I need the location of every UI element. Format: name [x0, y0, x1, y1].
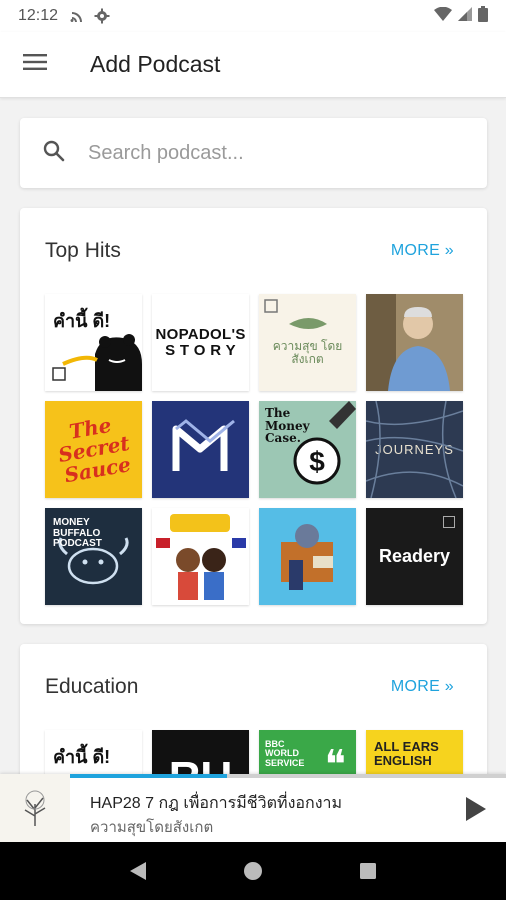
podcast-tile[interactable]: $ The Money Case. — [259, 401, 356, 498]
podcast-tile[interactable]: NOPADOL'S S T O R Y — [152, 294, 249, 391]
now-playing-artwork — [0, 774, 70, 842]
podcast-tile[interactable]: คำนี้ ดี! — [45, 294, 142, 391]
podcast-tile[interactable] — [259, 508, 356, 605]
cast-icon — [70, 8, 86, 24]
logo-mark-icon — [443, 516, 455, 528]
now-playing-title: HAP28 7 กฎ เพื่อการมีชีวิตที่งอกงาม — [90, 795, 343, 812]
app-bar: Add Podcast — [0, 32, 506, 98]
system-nav-bar — [0, 842, 506, 900]
back-button[interactable] — [118, 851, 158, 891]
palm-leaves-illustration — [366, 401, 463, 498]
now-playing-podcast: ความสุขโดยสังเกต — [90, 819, 214, 836]
podcast-tile[interactable]: The Secret Sauce — [45, 401, 142, 498]
podcast-tile[interactable] — [152, 401, 249, 498]
podcast-art-text: คำนี้ ดี! — [53, 311, 111, 331]
podcast-art-text: The Secret Sauce — [55, 412, 133, 488]
search-card — [20, 118, 487, 188]
recents-button[interactable] — [348, 851, 388, 891]
home-circle-icon — [243, 862, 262, 880]
status-bar: 12:12 — [0, 0, 506, 32]
education-header: Education MORE » — [20, 644, 487, 730]
menu-button[interactable] — [0, 32, 70, 98]
page-title: Add Podcast — [90, 51, 221, 77]
education-grid: คำนี้ ดี! RU BBC WORLD SERVICE ❝ ALL EAR… — [20, 730, 487, 774]
top-hits-grid: คำนี้ ดี! NOPADOL'S S T O R Y ความสุข โด… — [20, 294, 487, 605]
search-input[interactable] — [88, 141, 428, 165]
podcast-art-text: RU — [169, 755, 233, 774]
play-button[interactable] — [460, 794, 490, 824]
podcast-tile[interactable] — [366, 294, 463, 391]
podcast-tile[interactable]: JOURNEYS — [366, 401, 463, 498]
toy-collage-illustration — [259, 508, 356, 605]
search-icon — [42, 139, 66, 168]
battery-icon — [478, 5, 488, 27]
signal-icon — [458, 6, 472, 26]
home-button[interactable] — [233, 851, 273, 891]
portrait-photo — [366, 294, 463, 391]
podcast-tile[interactable]: ALL EARS ENGLISH — [366, 730, 463, 774]
podcast-tile[interactable]: MONEY BUFFALO PODCAST — [45, 508, 142, 605]
content-area[interactable]: Top Hits MORE » คำนี้ ดี! NOPADOL'S S T … — [0, 98, 506, 774]
podcast-tile[interactable]: คำนี้ ดี! — [45, 730, 142, 774]
hamburger-menu-icon — [23, 53, 47, 76]
tree-icon — [24, 790, 46, 826]
podcast-art-text: BBC WORLD SERVICE — [265, 739, 305, 768]
podcast-tile[interactable]: Readery — [366, 508, 463, 605]
education-card: Education MORE » คำนี้ ดี! RU BBC WORLD … — [20, 644, 487, 774]
mn-logo-illustration — [172, 419, 235, 471]
podcast-art-text: ALL EARS ENGLISH — [374, 739, 439, 768]
podcast-art-text: The Money Case. — [265, 406, 310, 446]
section-title: Top Hits — [45, 239, 121, 262]
playback-progress-bar[interactable] — [70, 774, 506, 778]
bear-illustration — [52, 334, 142, 391]
play-icon — [466, 797, 486, 821]
back-triangle-icon — [129, 862, 146, 880]
recents-square-icon — [360, 863, 377, 879]
podcast-art-text: คำนี้ ดี! — [53, 747, 111, 767]
podcast-tile[interactable] — [152, 508, 249, 605]
settings-icon — [94, 8, 110, 24]
section-title: Education — [45, 675, 139, 698]
podcast-art-text: Readery — [378, 546, 451, 567]
status-time: 12:12 — [18, 7, 59, 24]
podcast-tile[interactable]: BBC WORLD SERVICE ❝ — [259, 730, 356, 774]
cartoon-couple-illustration — [156, 514, 246, 600]
podcast-tile[interactable]: RU — [152, 730, 249, 774]
top-hits-card: Top Hits MORE » คำนี้ ดี! NOPADOL'S S T … — [20, 208, 487, 624]
quote-icon: ❝ — [324, 742, 346, 774]
podcast-art-text: NOPADOL'S S T O R Y — [155, 325, 246, 359]
svg-text:$: $ — [309, 446, 325, 477]
podcast-tile[interactable]: ความสุข โดยสังเกต — [259, 294, 356, 391]
playback-progress-fill — [70, 774, 227, 778]
top-hits-more-link[interactable]: MORE » — [391, 242, 454, 260]
leaf-illustration — [264, 299, 327, 329]
mini-player[interactable]: HAP28 7 กฎ เพื่อการมีชีวิตที่งอกงาม ความ… — [0, 774, 506, 842]
education-more-link[interactable]: MORE » — [391, 678, 454, 696]
wifi-icon — [434, 6, 452, 26]
podcast-art-text: MONEY BUFFALO PODCAST — [53, 517, 102, 549]
top-hits-header: Top Hits MORE » — [20, 208, 487, 294]
